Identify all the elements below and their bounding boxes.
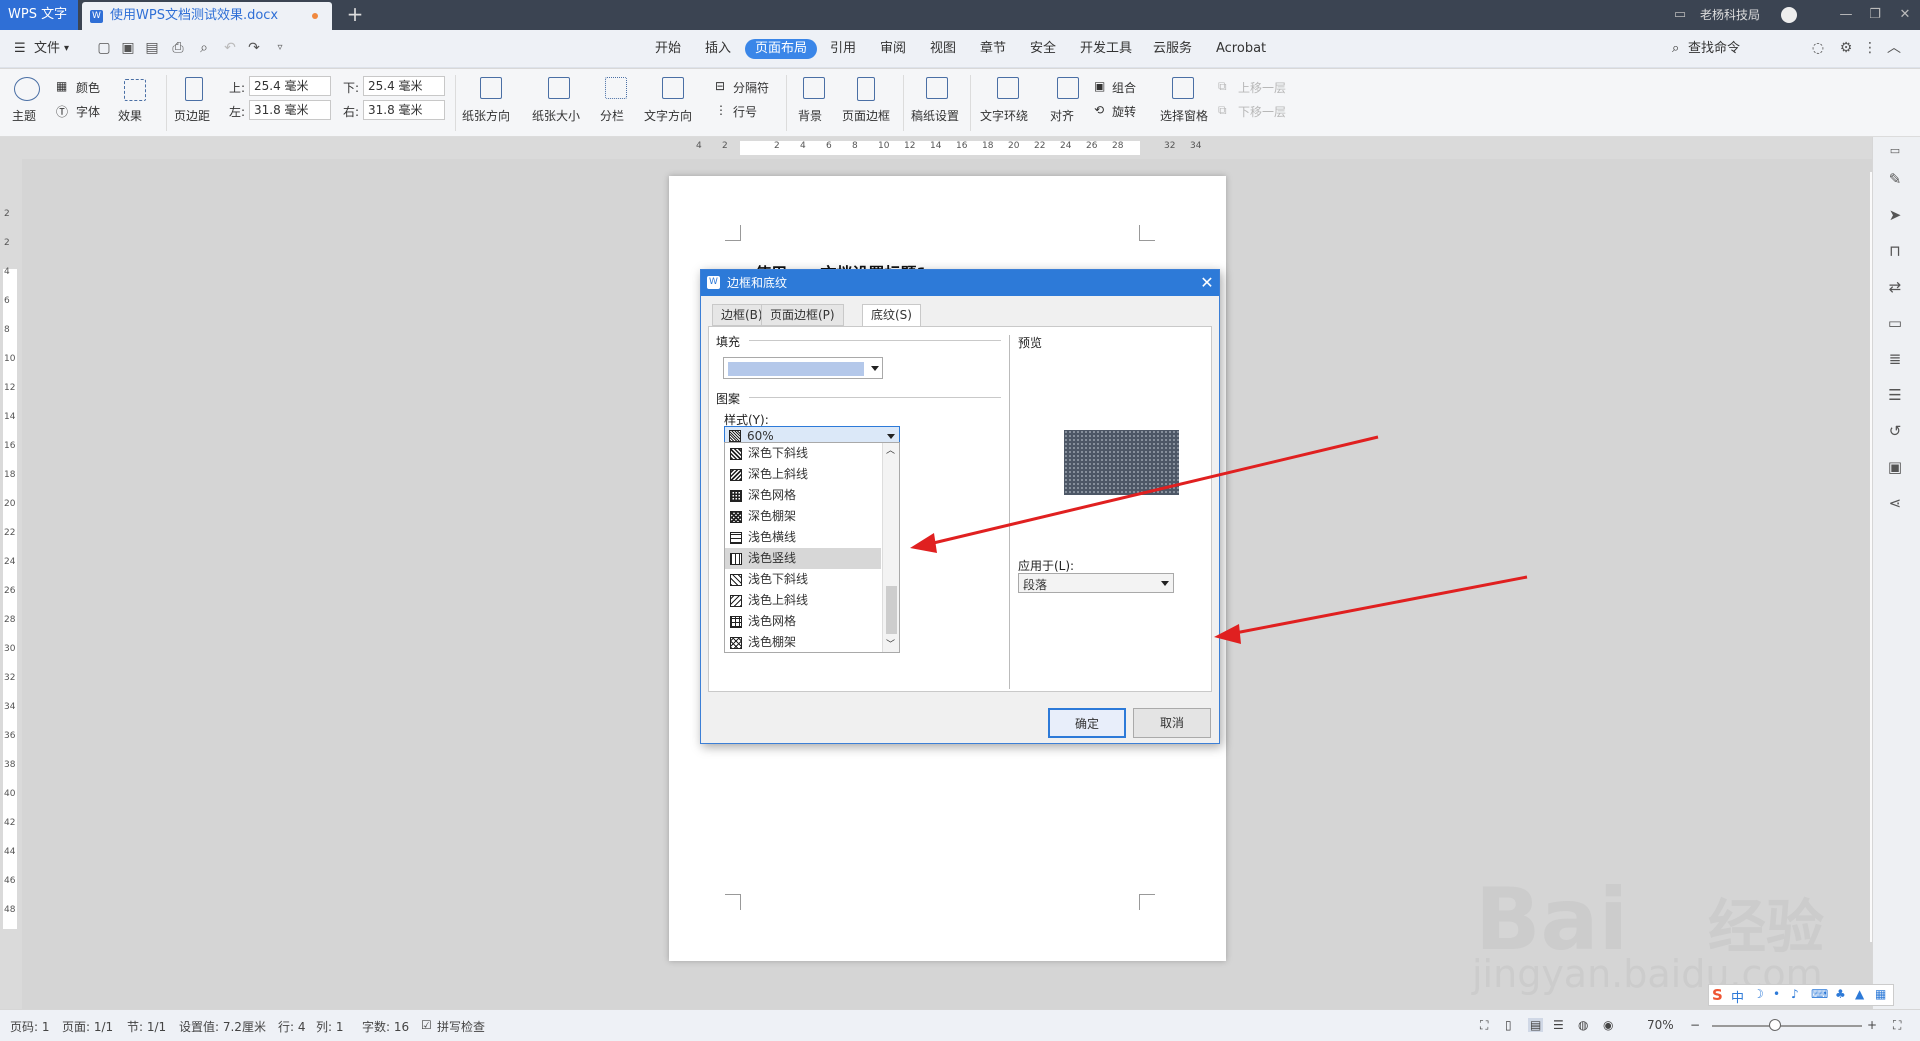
zoom-level[interactable]: 70% xyxy=(1647,1018,1674,1032)
arrow-to-apply xyxy=(1229,575,1528,636)
zoom-slider-track[interactable] xyxy=(1712,1025,1862,1027)
status-bar: 页码: 1 页面: 1/1 节: 1/1 设置值: 7.2厘米 行: 4 列: … xyxy=(0,1009,1920,1041)
spell-check-icon[interactable]: ☑ xyxy=(421,1018,432,1032)
zoom-in-button[interactable]: + xyxy=(1867,1018,1877,1032)
eye-protect-icon[interactable]: ◉ xyxy=(1603,1018,1613,1032)
ime-mode-label[interactable]: 中 xyxy=(1731,987,1744,1006)
page-count[interactable]: 页面: 1/1 xyxy=(62,1018,113,1035)
position-indicator[interactable]: 设置值: 7.2厘米 xyxy=(179,1018,266,1035)
zoom-slider-knob[interactable] xyxy=(1769,1019,1781,1031)
grid-icon[interactable]: ▦ xyxy=(1875,987,1886,1001)
word-count[interactable]: 字数: 16 xyxy=(362,1018,409,1035)
arrowhead xyxy=(1214,624,1241,644)
shirt-icon[interactable]: ▲ xyxy=(1855,987,1864,1001)
section-indicator[interactable]: 节: 1/1 xyxy=(127,1018,166,1035)
arrowhead xyxy=(910,533,937,553)
fit-page-icon[interactable]: ⛶ xyxy=(1893,1018,1901,1033)
moon-icon[interactable]: ☽ xyxy=(1753,987,1764,1001)
mic-icon[interactable]: ♪ xyxy=(1791,987,1799,1001)
skin-icon[interactable]: ♣ xyxy=(1835,987,1846,1001)
read-mode-icon[interactable]: ▯ xyxy=(1505,1018,1512,1032)
dot-icon[interactable]: • xyxy=(1773,987,1780,1001)
outline-view-icon[interactable]: ☰ xyxy=(1553,1018,1564,1032)
keyboard-icon[interactable]: ⌨ xyxy=(1811,987,1828,1001)
web-view-icon[interactable]: ◍ xyxy=(1578,1018,1588,1032)
row-indicator: 行: 4 xyxy=(278,1020,306,1034)
zoom-out-button[interactable]: − xyxy=(1690,1018,1700,1032)
ime-toolbar[interactable]: S 中 ☽ • ♪ ⌨ ♣ ▲ ▦ xyxy=(1708,984,1894,1006)
annotation-arrows xyxy=(910,435,1528,644)
column-indicator: 列: 1 xyxy=(316,1020,344,1034)
fullscreen-icon[interactable]: ⛶ xyxy=(1480,1018,1488,1033)
arrow-to-list xyxy=(924,435,1379,547)
page-view-icon[interactable]: ▤ xyxy=(1528,1018,1544,1032)
sogou-icon[interactable]: S xyxy=(1712,986,1723,1004)
spell-check-button[interactable]: 拼写检查 xyxy=(437,1018,485,1035)
page-number[interactable]: 页码: 1 xyxy=(10,1018,50,1035)
